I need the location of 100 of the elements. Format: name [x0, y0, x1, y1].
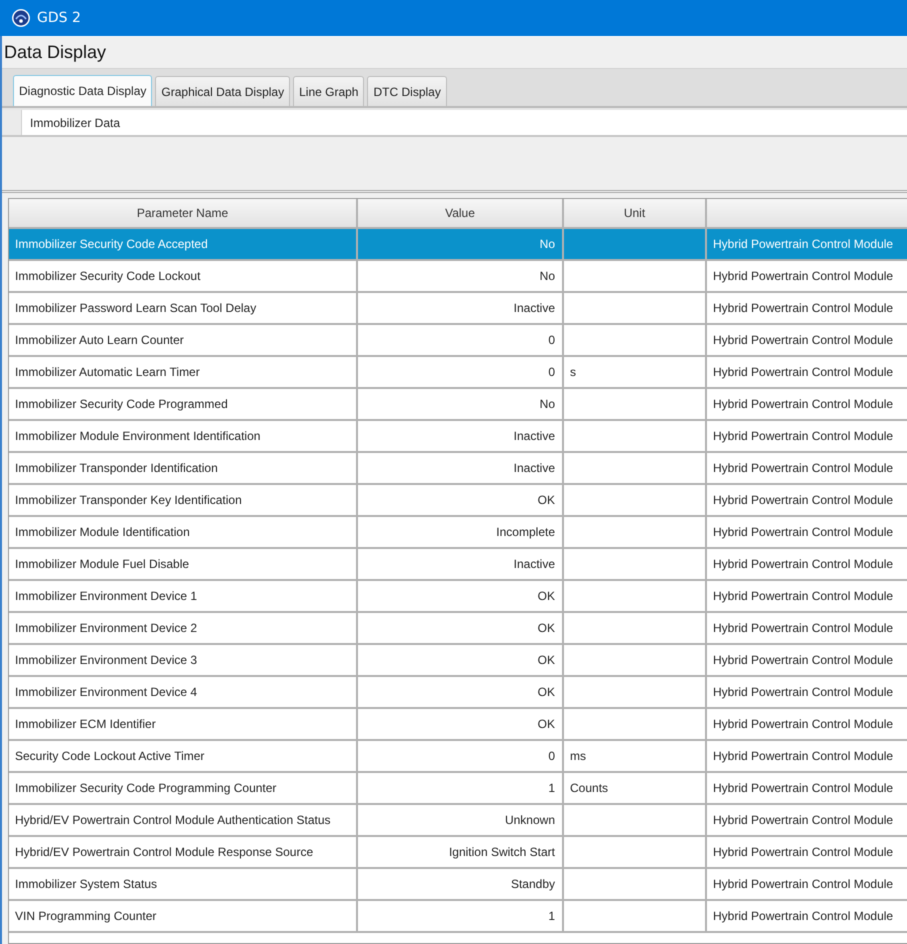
table-cell: ms [564, 741, 707, 773]
table-row[interactable]: Immobilizer Security Code Lockout No Hybrid Powertrain Control Module [9, 261, 907, 293]
tab[interactable]: Graphical Data Display [155, 76, 290, 106]
table-cell: 0 [358, 357, 564, 389]
table-cell: s [564, 357, 707, 389]
table-cell: Immobilizer Transponder Key Identification [9, 485, 358, 517]
table-cell: Hybrid Powertrain Control Module [707, 837, 907, 869]
table-cell: Immobilizer Environment Device 3 [9, 645, 358, 677]
table-cell: Hybrid Powertrain Control Module [707, 261, 907, 293]
table-cell: Hybrid Powertrain Control Module [707, 229, 907, 261]
table-cell: 0 [358, 325, 564, 357]
table-cell: Hybrid Powertrain Control Module [707, 581, 907, 613]
table-row[interactable]: Immobilizer Automatic Learn Timer 0 s Hybrid Powertrain Control Module [9, 357, 907, 389]
table-cell: Immobilizer Module Environment Identification [9, 421, 358, 453]
table-row[interactable]: Immobilizer Module Fuel Disable Inactive Hybrid Powertrain Control Module [9, 549, 907, 581]
table-row[interactable]: Immobilizer Transponder Identification Inactive Hybrid Powertrain Control Module [9, 453, 907, 485]
table-cell: No [358, 389, 564, 421]
table-cell: Inactive [358, 549, 564, 581]
table-cell: Ignition Switch Start [358, 837, 564, 869]
tab[interactable]: DTC Display [367, 76, 447, 106]
table-cell: Hybrid Powertrain Control Module [707, 357, 907, 389]
table-row[interactable]: Security Code Lockout Active Timer 0 ms Hybrid Powertrain Control Module [9, 741, 907, 773]
table-cell: Inactive [358, 293, 564, 325]
table-cell: Immobilizer Environment Device 1 [9, 581, 358, 613]
table-row[interactable]: VIN Programming Counter 1 Hybrid Powertrain Control Module [9, 901, 907, 933]
table-cell: Hybrid Powertrain Control Module [707, 485, 907, 517]
column-header[interactable]: Unit [564, 199, 707, 229]
table-cell: Hybrid Powertrain Control Module [707, 613, 907, 645]
table-cell: OK [358, 645, 564, 677]
table-cell: Immobilizer Password Learn Scan Tool Delay [9, 293, 358, 325]
table-row[interactable]: Immobilizer Environment Device 3 OK Hybrid Powertrain Control Module [9, 645, 907, 677]
table-cell: No [358, 229, 564, 261]
table-cell: No [358, 261, 564, 293]
table-cell: 1 [358, 773, 564, 805]
table-row[interactable]: Immobilizer Environment Device 1 OK Hybrid Powertrain Control Module [9, 581, 907, 613]
table-row[interactable]: Hybrid/EV Powertrain Control Module Response Source Ignition Switch Start Hybrid Powertrain Control Module [9, 837, 907, 869]
table-row[interactable]: Immobilizer ECM Identifier OK Hybrid Powertrain Control Module [9, 709, 907, 741]
table-cell: Security Code Lockout Active Timer [9, 741, 358, 773]
table-cell: Immobilizer System Status [9, 869, 358, 901]
table-row[interactable]: Immobilizer Security Code Accepted No Hybrid Powertrain Control Module [9, 229, 907, 261]
tab[interactable]: Diagnostic Data Display [13, 75, 152, 106]
table-cell: Hybrid Powertrain Control Module [707, 293, 907, 325]
window-title: GDS 2 [37, 10, 81, 26]
table-cell: Hybrid Powertrain Control Module [707, 869, 907, 901]
table-cell: Immobilizer Security Code Programming Counter [9, 773, 358, 805]
table-cell: Hybrid Powertrain Control Module [707, 805, 907, 837]
table-cell: Inactive [358, 453, 564, 485]
table-cell: OK [358, 677, 564, 709]
table-cell: Standby [358, 869, 564, 901]
group-title[interactable]: Immobilizer Data [22, 110, 907, 135]
table-cell: Hybrid Powertrain Control Module [707, 421, 907, 453]
table-cell: Hybrid Powertrain Control Module [707, 773, 907, 805]
row-header-square[interactable] [2, 110, 22, 135]
table-cell: Hybrid Powertrain Control Module [707, 517, 907, 549]
page-title: Data Display [4, 42, 106, 63]
table-row[interactable]: Immobilizer Environment Device 2 OK Hybrid Powertrain Control Module [9, 613, 907, 645]
table-cell: Hybrid Powertrain Control Module [707, 453, 907, 485]
table-cell: Hybrid/EV Powertrain Control Module Authentication Status [9, 805, 358, 837]
table-cell: Immobilizer Environment Device 4 [9, 677, 358, 709]
table-row[interactable]: Hybrid/EV Powertrain Control Module Authentication Status Unknown Hybrid Powertrain Control Module [9, 805, 907, 837]
table-cell: Hybrid Powertrain Control Module [707, 389, 907, 421]
table-row[interactable]: Immobilizer Module Identification Incomplete Hybrid Powertrain Control Module [9, 517, 907, 549]
table-cell: Immobilizer Security Code Accepted [9, 229, 358, 261]
table-row[interactable]: Immobilizer Security Code Programming Counter 1 Counts Hybrid Powertrain Control Module [9, 773, 907, 805]
table-cell: Immobilizer Auto Learn Counter [9, 325, 358, 357]
table-cell: OK [358, 485, 564, 517]
column-header[interactable]: Parameter Name [9, 199, 358, 229]
table-cell: Inactive [358, 421, 564, 453]
table-cell: Unknown [358, 805, 564, 837]
column-header[interactable] [707, 199, 907, 229]
table-cell: OK [358, 613, 564, 645]
table-cell: Immobilizer Environment Device 2 [9, 613, 358, 645]
table-cell: Incomplete [358, 517, 564, 549]
table-row[interactable]: Immobilizer Security Code Programmed No Hybrid Powertrain Control Module [9, 389, 907, 421]
table-row[interactable]: Immobilizer Password Learn Scan Tool Delay Inactive Hybrid Powertrain Control Module [9, 293, 907, 325]
table-row[interactable]: Immobilizer System Status Standby Hybrid Powertrain Control Module [9, 869, 907, 901]
table-cell: Immobilizer ECM Identifier [9, 709, 358, 741]
table-row[interactable]: Immobilizer Transponder Key Identification OK Hybrid Powertrain Control Module [9, 485, 907, 517]
column-header[interactable]: Value [358, 199, 564, 229]
table-cell: Immobilizer Automatic Learn Timer [9, 357, 358, 389]
table-cell: Hybrid/EV Powertrain Control Module Response Source [9, 837, 358, 869]
table-cell: OK [358, 581, 564, 613]
table-cell: Hybrid Powertrain Control Module [707, 709, 907, 741]
table-cell: OK [358, 709, 564, 741]
table-cell: 1 [358, 901, 564, 933]
table-cell: Hybrid Powertrain Control Module [707, 645, 907, 677]
table-cell: Hybrid Powertrain Control Module [707, 901, 907, 933]
table-cell: Counts [564, 773, 707, 805]
table-cell: VIN Programming Counter [9, 901, 358, 933]
table-row[interactable]: Immobilizer Environment Device 4 OK Hybrid Powertrain Control Module [9, 677, 907, 709]
app-logo-icon [12, 9, 30, 27]
table-row[interactable]: Immobilizer Module Environment Identification Inactive Hybrid Powertrain Control Module [9, 421, 907, 453]
table-cell: Immobilizer Security Code Lockout [9, 261, 358, 293]
table-cell: Immobilizer Module Fuel Disable [9, 549, 358, 581]
tab[interactable]: Line Graph [293, 76, 364, 106]
table-cell: Immobilizer Transponder Identification [9, 453, 358, 485]
table-cell: Hybrid Powertrain Control Module [707, 677, 907, 709]
table-cell: Immobilizer Security Code Programmed [9, 389, 358, 421]
table-cell: Hybrid Powertrain Control Module [707, 549, 907, 581]
table-row[interactable]: Immobilizer Auto Learn Counter 0 Hybrid Powertrain Control Module [9, 325, 907, 357]
